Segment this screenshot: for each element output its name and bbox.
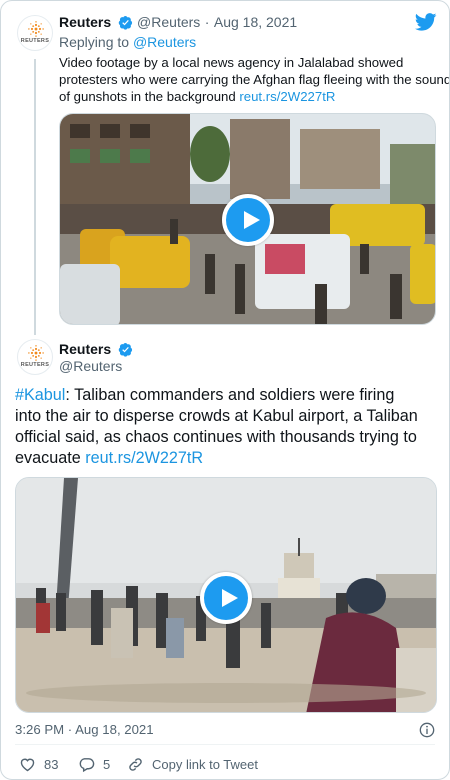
main-tweet-text: #Kabul: Taliban commanders and soldiers … bbox=[15, 385, 440, 469]
reply-tweet-link[interactable]: reut.rs/2W227tR bbox=[239, 89, 335, 104]
main-author-name-row: Reuters bbox=[59, 341, 133, 359]
reply-text-line: Video footage by a local news agency in … bbox=[59, 55, 404, 70]
reply-date[interactable]: Aug 18, 2021 bbox=[214, 14, 297, 30]
main-text-segment: evacuate bbox=[15, 449, 81, 467]
reply-text-line: of gunshots in the background bbox=[59, 89, 236, 104]
reply-text-line: protesters who were carrying the Afghan … bbox=[59, 72, 450, 87]
thread-connector bbox=[34, 59, 36, 335]
main-text-line-last: evacuate reut.rs/2W227tR bbox=[15, 448, 440, 469]
tweet-timestamp-row: 3:26 PM · Aug 18, 2021 bbox=[15, 722, 154, 737]
like-count: 83 bbox=[44, 757, 59, 772]
like-action[interactable]: 83 bbox=[19, 756, 58, 773]
reply-count: 5 bbox=[103, 757, 111, 772]
reuters-logo-icon bbox=[28, 21, 44, 37]
main-text-segment: : Taliban commanders and soldiers were f… bbox=[65, 386, 395, 404]
verified-badge-icon bbox=[118, 15, 132, 30]
tweet-embed-card: REUTERS Reuters @Reuters · Aug 18, 2021 … bbox=[0, 0, 450, 780]
copy-link-action[interactable]: Copy link to Tweet bbox=[127, 756, 258, 773]
reuters-logo-icon bbox=[28, 345, 44, 361]
reply-author-row: Reuters @Reuters · Aug 18, 2021 bbox=[59, 14, 297, 32]
replying-to-row: Replying to @Reuters bbox=[59, 34, 196, 50]
reply-action[interactable]: 5 bbox=[78, 756, 110, 773]
hashtag-link[interactable]: #Kabul bbox=[15, 386, 65, 404]
link-icon bbox=[129, 758, 142, 771]
reply-text-line-last: of gunshots in the background reut.rs/2W… bbox=[59, 88, 449, 105]
reply-author-handle[interactable]: @Reuters bbox=[137, 14, 200, 30]
main-author-handle[interactable]: @Reuters bbox=[59, 358, 122, 374]
twitter-bird-icon[interactable] bbox=[415, 13, 437, 31]
avatar-logo-text: REUTERS bbox=[20, 38, 50, 44]
reply-bubble-icon bbox=[79, 758, 95, 773]
tweet-date[interactable]: Aug 18, 2021 bbox=[75, 722, 153, 737]
separator-dot: · bbox=[204, 14, 210, 30]
reply-author-avatar[interactable]: REUTERS bbox=[17, 15, 53, 51]
main-text-line: into the air to disperse crowds at Kabul… bbox=[15, 407, 418, 425]
main-tweet-link[interactable]: reut.rs/2W227tR bbox=[85, 449, 203, 467]
verified-badge-icon bbox=[118, 342, 132, 357]
replying-to-handle[interactable]: @Reuters bbox=[133, 34, 196, 50]
reply-tweet-text: Video footage by a local news agency in … bbox=[59, 54, 450, 105]
main-video-thumbnail[interactable] bbox=[15, 477, 437, 713]
main-text-line-first: #Kabul: Taliban commanders and soldiers … bbox=[15, 385, 440, 406]
play-icon[interactable] bbox=[200, 572, 252, 624]
separator-dot: · bbox=[67, 722, 73, 737]
main-author-avatar[interactable]: REUTERS bbox=[17, 339, 53, 375]
play-icon[interactable] bbox=[222, 194, 274, 246]
replying-to-label: Replying to bbox=[59, 34, 130, 50]
avatar-logo-text: REUTERS bbox=[20, 362, 50, 368]
tweet-time[interactable]: 3:26 PM bbox=[15, 722, 64, 737]
copy-link-label: Copy link to Tweet bbox=[152, 757, 258, 772]
reply-author-name[interactable]: Reuters bbox=[59, 14, 111, 30]
reply-video-thumbnail[interactable] bbox=[59, 113, 436, 325]
actions-divider bbox=[15, 744, 435, 745]
main-text-line: official said, as chaos continues with t… bbox=[15, 428, 417, 446]
main-author-name[interactable]: Reuters bbox=[59, 341, 111, 357]
heart-icon bbox=[20, 758, 35, 772]
info-icon[interactable] bbox=[419, 722, 435, 738]
